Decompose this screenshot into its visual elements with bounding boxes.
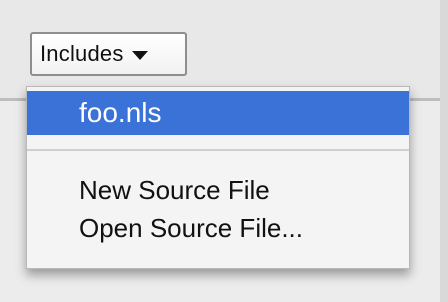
screen: Includes foo.nls New Source File Open So… — [0, 0, 448, 302]
chevron-down-icon — [131, 51, 148, 60]
menu-separator — [27, 149, 409, 151]
dropdown-label: Includes — [40, 41, 124, 66]
includes-menu: foo.nls New Source File Open Source File… — [26, 86, 410, 269]
menu-item-new-source-file[interactable]: New Source File — [27, 171, 409, 209]
window-edge — [440, 0, 448, 302]
menu-item-foo-nls[interactable]: foo.nls — [27, 91, 409, 135]
menu-item-open-source-file[interactable]: Open Source File... — [27, 209, 409, 247]
menu-item-label: Open Source File... — [79, 213, 303, 243]
menu-item-label: foo.nls — [79, 97, 162, 128]
includes-dropdown-button[interactable]: Includes — [30, 32, 187, 76]
menu-item-label: New Source File — [79, 175, 270, 205]
